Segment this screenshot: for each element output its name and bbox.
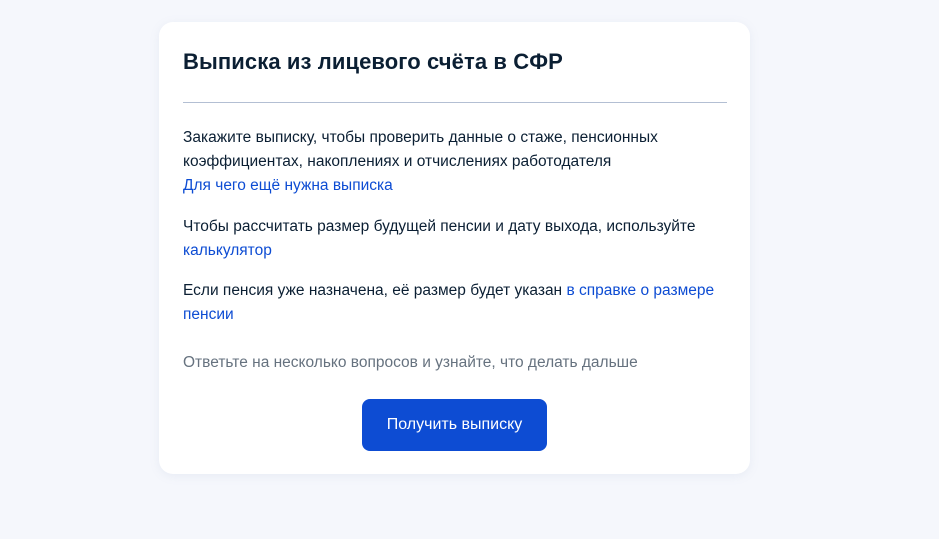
calculator-text: Чтобы рассчитать размер будущей пенсии и… (183, 218, 696, 235)
pension-certificate-text: Если пенсия уже назначена, её размер буд… (183, 282, 567, 299)
questions-hint: Ответьте на несколько вопросов и узнайте… (183, 354, 638, 371)
get-statement-button[interactable]: Получить выписку (362, 399, 547, 451)
page-title: Выписка из лицевого счёта в СФР (183, 49, 563, 74)
statement-purpose-text-line2: коэффициентах, накоплениях и отчислениях… (183, 153, 612, 170)
title-divider (183, 102, 727, 103)
why-statement-needed-link[interactable]: Для чего ещё нужна выписка (183, 177, 393, 194)
statement-purpose-text-line1: Закажите выписку, чтобы проверить данные… (183, 129, 658, 146)
calculator-paragraph: Чтобы рассчитать размер будущей пенсии и… (183, 215, 723, 263)
statement-purpose-paragraph: Закажите выписку, чтобы проверить данные… (183, 126, 723, 198)
calculator-link[interactable]: калькулятор (183, 242, 272, 259)
statement-card: Выписка из лицевого счёта в СФР Закажите… (159, 22, 750, 474)
pension-certificate-paragraph: Если пенсия уже назначена, её размер буд… (183, 279, 723, 327)
